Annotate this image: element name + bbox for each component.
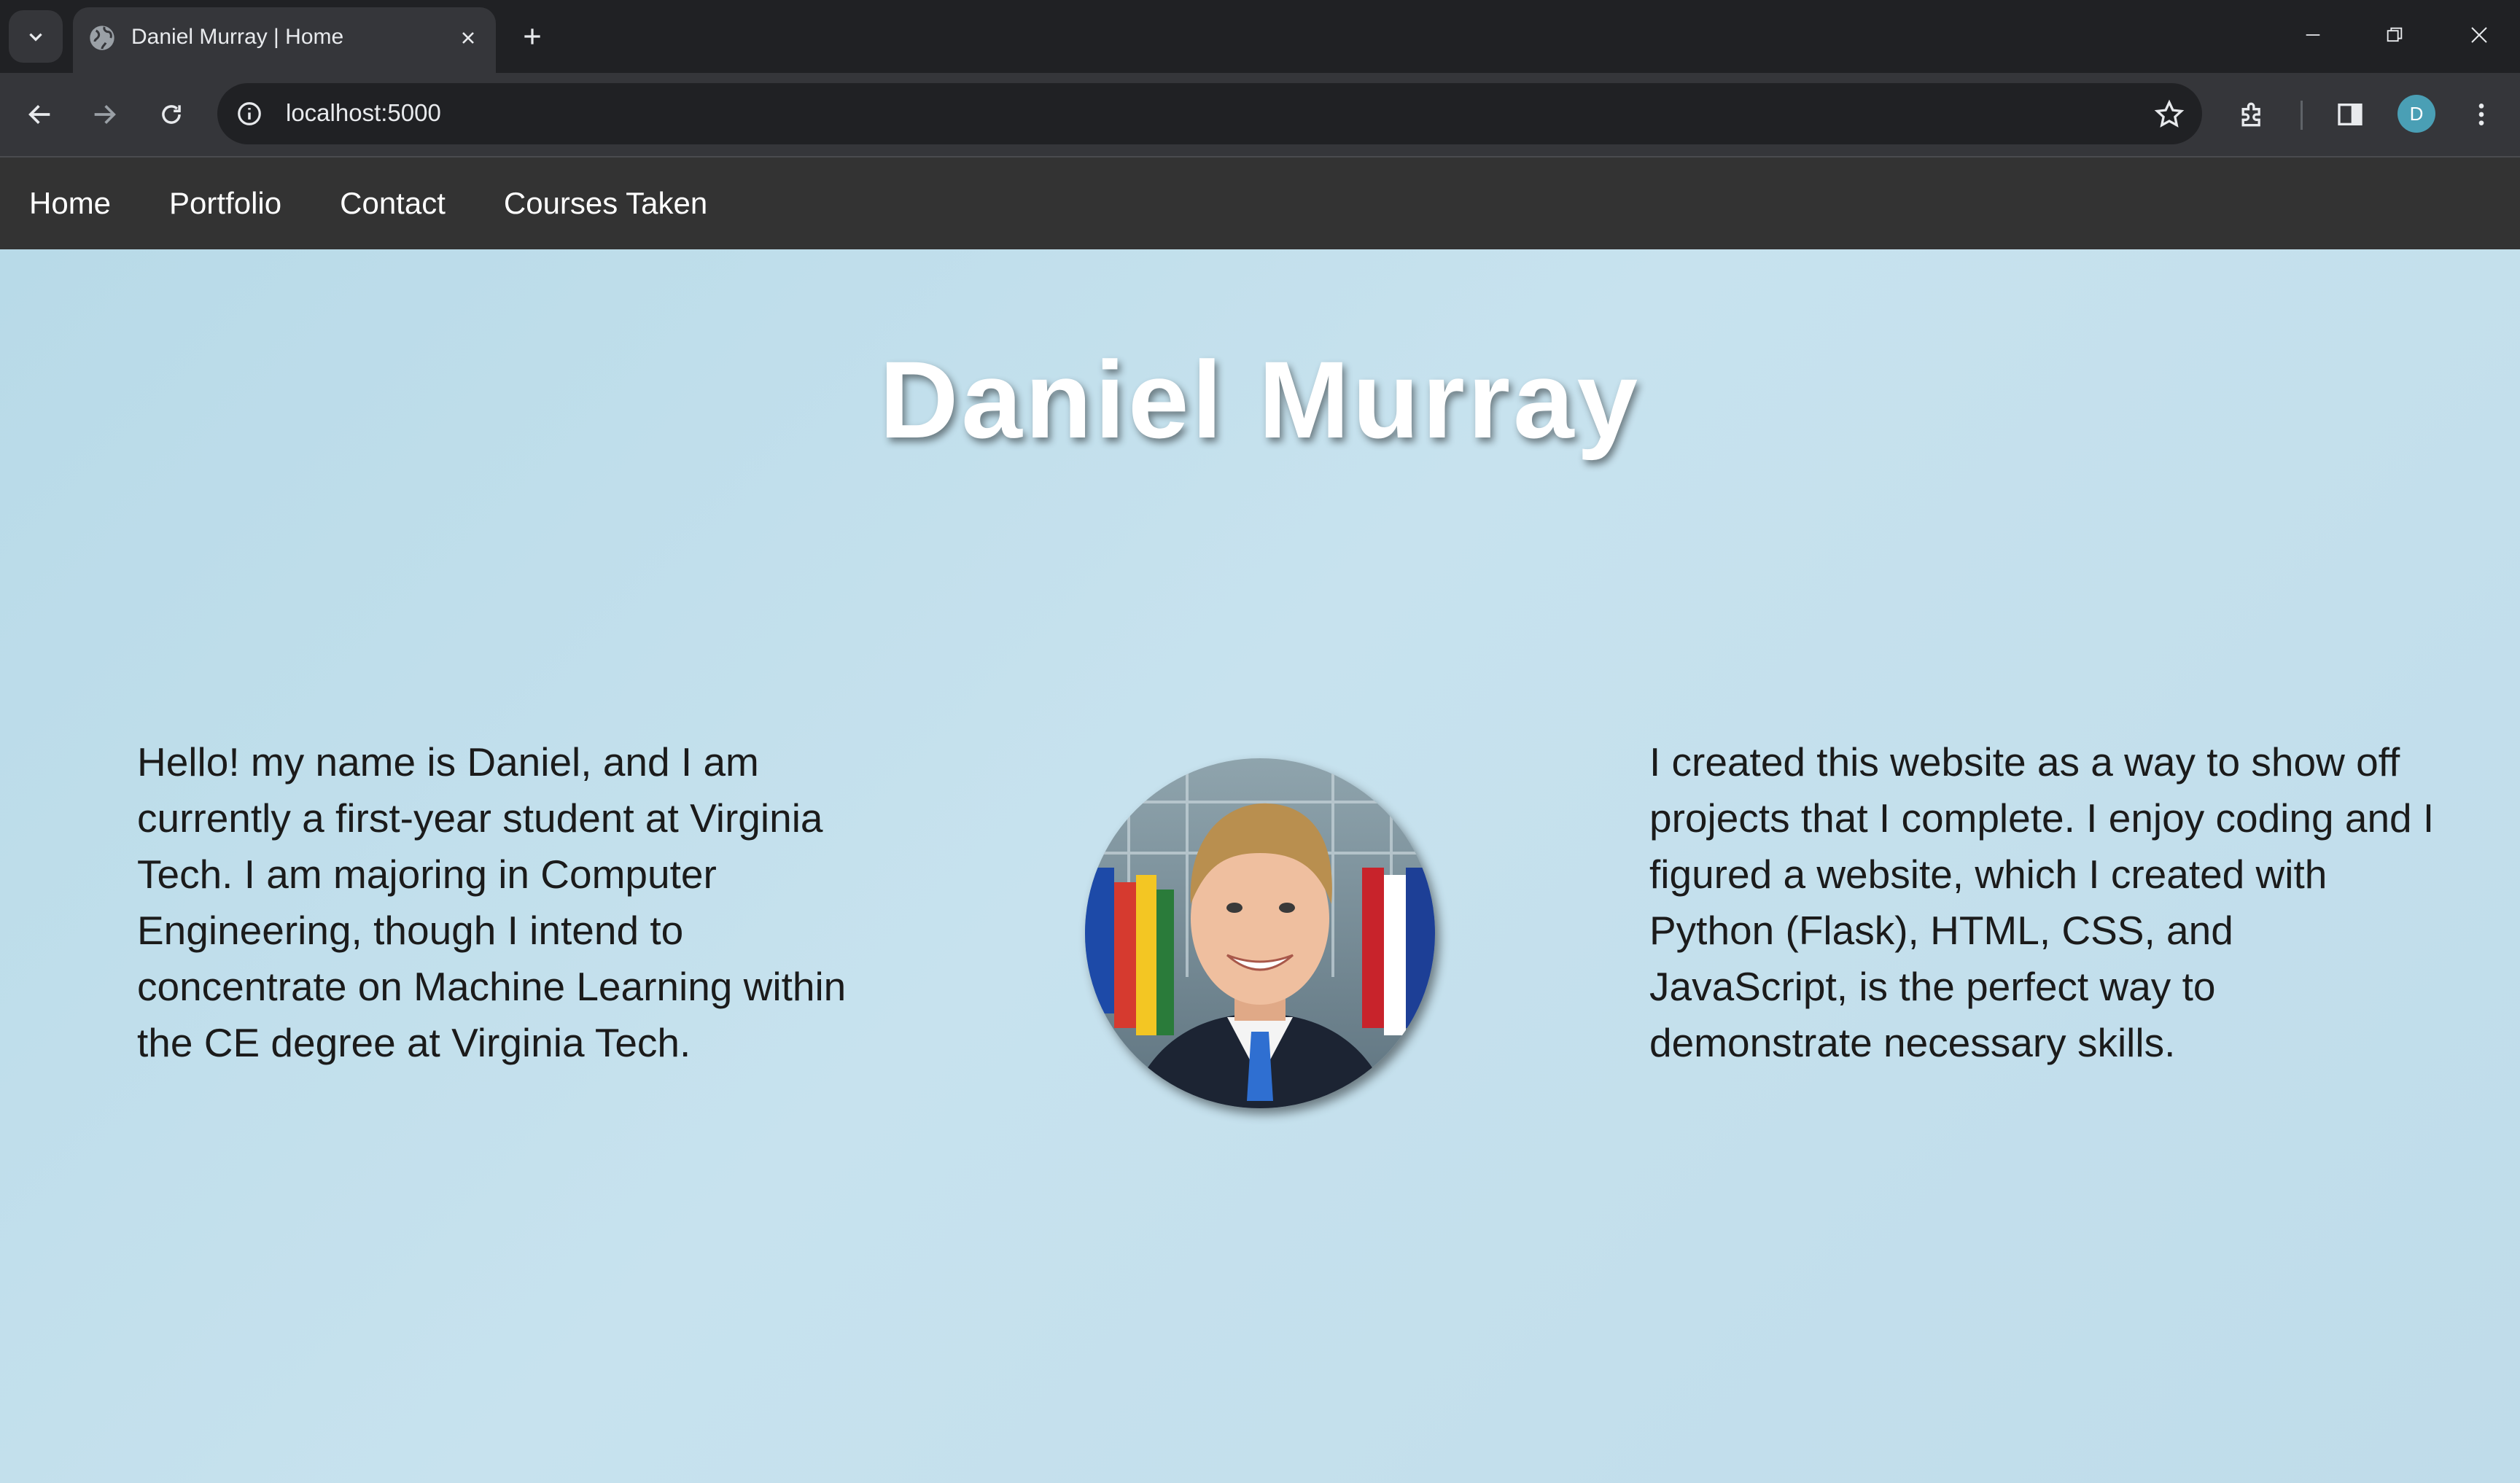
nav-link-portfolio[interactable]: Portfolio — [169, 186, 281, 221]
close-icon — [2471, 27, 2487, 43]
toolbar-divider — [2301, 101, 2303, 130]
about-paragraph: I created this website as a way to show … — [1649, 739, 2435, 1065]
site-navbar: Home Portfolio Contact Courses Taken — [0, 157, 2520, 249]
nav-link-courses-taken[interactable]: Courses Taken — [504, 186, 707, 221]
back-button[interactable] — [18, 92, 63, 137]
hero-section: Daniel Murray Hello! my name is Daniel, … — [0, 249, 2520, 1483]
side-panel-button[interactable] — [2328, 92, 2373, 137]
puzzle-icon — [2241, 102, 2260, 127]
nav-link-contact[interactable]: Contact — [340, 186, 446, 221]
reload-icon — [162, 105, 181, 124]
plus-icon — [524, 28, 540, 44]
restore-button[interactable] — [2365, 13, 2424, 57]
minimize-icon — [2306, 34, 2320, 36]
arrow-left-icon — [28, 105, 50, 124]
address-bar[interactable]: localhost:5000 — [217, 83, 2202, 144]
tab-close-button[interactable] — [452, 22, 484, 54]
forward-button[interactable] — [82, 92, 127, 137]
arrow-right-icon — [94, 105, 116, 124]
restore-icon — [2387, 27, 2403, 42]
page-title: Daniel Murray — [879, 338, 1641, 461]
close-window-button[interactable] — [2450, 13, 2508, 57]
nav-link-home[interactable]: Home — [29, 186, 111, 221]
profile-avatar[interactable]: D — [2398, 95, 2435, 133]
profile-photo — [1085, 758, 1435, 1108]
active-tab[interactable]: Daniel Murray | Home — [73, 7, 496, 73]
url-text[interactable]: localhost:5000 — [286, 99, 441, 127]
globe-icon — [90, 26, 114, 50]
new-tab-button[interactable] — [510, 17, 554, 55]
bookmark-star-icon[interactable] — [2150, 95, 2189, 134]
menu-button[interactable] — [2459, 92, 2504, 137]
tab-title: Daniel Murray | Home — [131, 25, 344, 49]
extensions-button[interactable] — [2230, 92, 2275, 137]
chevron-down-icon — [29, 33, 42, 42]
browser-toolbar: localhost:5000 — [0, 73, 2520, 157]
reload-button[interactable] — [149, 92, 194, 137]
kebab-menu-icon — [2478, 104, 2484, 125]
browser-tabstrip: Daniel Murray | Home — [0, 0, 2520, 73]
tab-search-button[interactable] — [9, 10, 63, 63]
intro-paragraph: Hello! my name is Daniel, and I am curre… — [137, 739, 847, 1065]
close-icon — [462, 32, 474, 44]
minimize-button[interactable] — [2284, 13, 2342, 57]
side-panel-icon — [2338, 104, 2362, 125]
site-info-icon[interactable] — [233, 98, 265, 130]
